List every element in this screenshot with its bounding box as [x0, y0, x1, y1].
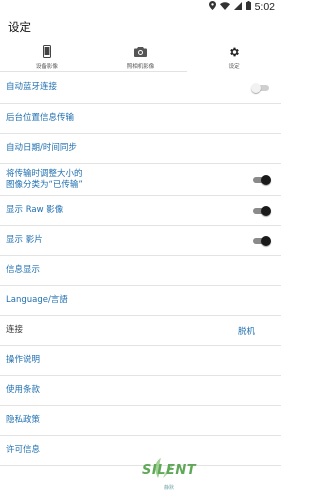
- setting-resize-as-transferred[interactable]: 将传输时调整大小的 图像分类为“已传输”: [0, 164, 281, 196]
- connection-status: 脱机: [238, 326, 256, 337]
- watermark-logo: SILENT 静默: [128, 458, 198, 498]
- setting-connection[interactable]: 连接 脱机: [0, 316, 281, 346]
- setting-label: 显示 影片: [6, 235, 43, 245]
- settings-list: 自动蓝牙连接 后台位置信息传输 自动日期/时间同步 将传输时调整大小的 图像分类…: [0, 72, 281, 466]
- setting-privacy[interactable]: 隐私政策: [0, 406, 281, 436]
- setting-label-line1: 将传输时调整大小的: [6, 168, 83, 179]
- show-raw-toggle[interactable]: [251, 205, 271, 216]
- setting-label: 许可信息: [6, 445, 41, 455]
- tab-label: 照相机影像: [126, 64, 155, 70]
- setting-auto-datetime[interactable]: 自动日期/时间同步: [0, 134, 281, 164]
- gear-icon: [228, 44, 240, 59]
- setting-label: Language/言語: [6, 295, 68, 305]
- setting-label: 将传输时调整大小的 图像分类为“已传输”: [6, 169, 83, 191]
- watermark-text: SILENT: [142, 463, 197, 478]
- phone-icon: [42, 44, 51, 59]
- wifi-icon: [219, 1, 230, 13]
- signal-icon: [233, 1, 242, 13]
- status-bar: 5:02: [0, 0, 281, 14]
- location-icon: [208, 1, 216, 13]
- setting-info-display[interactable]: 信息显示: [0, 256, 281, 286]
- setting-label: 显示 Raw 影像: [6, 205, 64, 215]
- status-time: 5:02: [254, 1, 275, 13]
- setting-label: 隐私政策: [6, 415, 41, 425]
- tab-label: 设备影像: [35, 64, 58, 70]
- setting-label-line2: 图像分类为“已传输”: [6, 179, 83, 190]
- setting-label: 后台位置信息传输: [6, 113, 75, 123]
- camera-icon: [134, 44, 147, 59]
- setting-instructions[interactable]: 操作说明: [0, 346, 281, 376]
- battery-icon: [245, 1, 251, 13]
- setting-language[interactable]: Language/言語: [0, 286, 281, 316]
- setting-label: 自动蓝牙连接: [6, 82, 58, 92]
- setting-terms[interactable]: 使用条款: [0, 376, 281, 406]
- setting-background-location[interactable]: 后台位置信息传输: [0, 104, 281, 134]
- setting-label: 信息显示: [6, 265, 41, 275]
- setting-show-movie[interactable]: 显示 影片: [0, 226, 281, 256]
- page-title: 设定: [8, 20, 31, 34]
- setting-label: 自动日期/时间同步: [6, 143, 77, 153]
- auto-bluetooth-toggle[interactable]: [251, 82, 271, 93]
- tab-settings[interactable]: 设定: [187, 40, 281, 72]
- setting-label: 操作说明: [6, 355, 41, 365]
- show-movie-toggle[interactable]: [251, 235, 271, 246]
- setting-auto-bluetooth[interactable]: 自动蓝牙连接: [0, 72, 281, 104]
- setting-label: 使用条款: [6, 385, 41, 395]
- setting-show-raw[interactable]: 显示 Raw 影像: [0, 196, 281, 226]
- watermark-subtext: 静默: [164, 485, 175, 491]
- tab-bar: 设备影像 照相机影像 设定: [0, 40, 281, 72]
- tab-label: 设定: [228, 64, 240, 70]
- tab-device-images[interactable]: 设备影像: [0, 40, 94, 71]
- setting-label: 连接: [6, 325, 24, 335]
- resize-as-transferred-toggle[interactable]: [251, 174, 271, 185]
- tab-camera-images[interactable]: 照相机影像: [94, 40, 188, 71]
